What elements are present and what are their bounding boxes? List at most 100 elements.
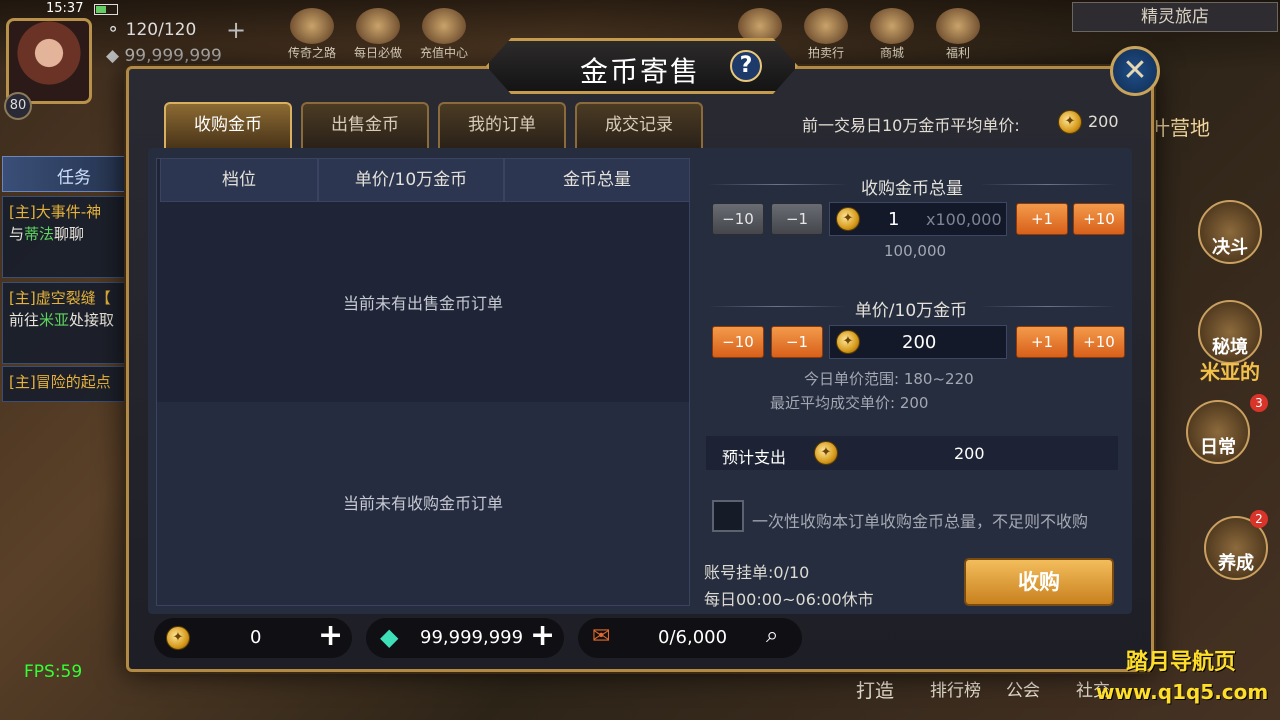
add-stamina-icon[interactable]: + xyxy=(226,16,246,44)
stamina-counter: ⚬ 120/120 xyxy=(106,20,197,40)
quest-npc: 米亚 xyxy=(39,311,70,329)
tab-sell-gold[interactable]: 出售金币 xyxy=(301,102,429,148)
top-menu-label: 充值中心 xyxy=(419,46,468,60)
top-menu-item[interactable]: 商城 xyxy=(862,8,922,61)
col-gold-total: 金币总量 xyxy=(504,158,690,202)
add-gem-icon[interactable]: + xyxy=(530,618,555,653)
account-orders: 账号挂单:0/10 xyxy=(704,563,810,582)
gold-coin-icon: ✦ xyxy=(836,207,860,231)
nav-guild[interactable]: 公会 xyxy=(1006,676,1040,701)
buy-button[interactable]: 收购 xyxy=(964,558,1114,606)
price-value: 200 xyxy=(902,332,937,353)
top-menu-label: 商城 xyxy=(879,46,904,60)
price-plus10-button[interactable]: +10 xyxy=(1073,326,1125,358)
gem-currency: ◆ 99,999,999 + xyxy=(366,618,564,658)
gold-currency: ✦ 0 + xyxy=(154,618,352,658)
ticket-currency: ✉ 0/6,000 ⌕ xyxy=(578,618,802,658)
fps-counter: FPS:59 xyxy=(24,662,83,682)
top-menu-item[interactable]: 福利 xyxy=(928,8,988,61)
npc-text: 米亚的 xyxy=(1200,360,1260,384)
close-button[interactable]: ✕ xyxy=(1110,46,1160,96)
side-button-label: 决斗 xyxy=(1212,237,1248,258)
battery-icon xyxy=(94,4,118,15)
daily-button[interactable]: 日常 xyxy=(1186,400,1250,464)
market-closed-hours: 每日00:00~06:00休市 xyxy=(704,590,874,609)
quantity-input[interactable]: ✦ 1 x100,000 xyxy=(829,202,1007,236)
side-button-label: 秘境 xyxy=(1212,337,1248,358)
help-icon[interactable]: ? xyxy=(730,50,762,82)
player-level: 80 xyxy=(4,92,32,120)
top-menu-item[interactable]: 拍卖行 xyxy=(796,8,856,61)
qty-minus10-button[interactable]: −10 xyxy=(712,203,764,235)
shop-title-bar[interactable]: 精灵旅店 xyxy=(1072,2,1278,32)
price-minus1-button[interactable]: −1 xyxy=(771,326,823,358)
gift-icon xyxy=(936,8,980,44)
gold-amount: 0 xyxy=(250,627,262,648)
top-menu-item[interactable]: 每日必做 xyxy=(348,8,408,61)
quest-text: 前往 xyxy=(9,311,40,329)
gold-coin-icon: ✦ xyxy=(166,626,190,650)
realm-button[interactable]: 秘境 xyxy=(1198,300,1262,364)
top-menu-label: 福利 xyxy=(945,46,970,60)
stamina-value: 120/120 xyxy=(125,20,197,40)
search-icon[interactable]: ⌕ xyxy=(766,623,778,648)
divider xyxy=(708,184,848,185)
hammer-icon xyxy=(804,8,848,44)
quest-title: [主]虚空裂缝【 xyxy=(9,289,111,307)
add-gold-icon[interactable]: + xyxy=(318,618,343,653)
qty-minus1-button[interactable]: −1 xyxy=(771,203,823,235)
top-menu-label: 每日必做 xyxy=(353,46,402,60)
quest-text: 聊聊 xyxy=(54,225,85,243)
estimate-value: 200 xyxy=(954,444,985,463)
quest-npc: 蒂法 xyxy=(24,225,55,243)
task-label: 任务 xyxy=(57,168,91,188)
qty-plus1-button[interactable]: +1 xyxy=(1016,203,1068,235)
quest-title: [主]冒险的起点 xyxy=(9,373,111,391)
price-title: 单价/10万金币 xyxy=(854,301,968,321)
watermark-title: 踏月导航页 xyxy=(1126,650,1237,675)
divider xyxy=(980,184,1116,185)
price-plus1-button[interactable]: +1 xyxy=(1016,326,1068,358)
quantity-total: 100,000 xyxy=(884,242,947,260)
qty-plus10-button[interactable]: +10 xyxy=(1073,203,1125,235)
quest-item[interactable]: [主]大事件-神 与蒂法聊聊 xyxy=(2,196,126,278)
road-icon xyxy=(290,8,334,44)
top-menu-item[interactable]: 传奇之路 xyxy=(282,8,342,61)
divider xyxy=(708,306,846,307)
col-unit-price: 单价/10万金币 xyxy=(318,158,504,202)
quest-text: 与 xyxy=(9,225,25,243)
top-menu-label: 拍卖行 xyxy=(807,46,844,60)
tab-trade-history[interactable]: 成交记录 xyxy=(575,102,703,148)
top-menu-item[interactable]: 充值中心 xyxy=(414,8,474,61)
duel-button[interactable]: 决斗 xyxy=(1198,200,1262,264)
gem-amount: 99,999,999 xyxy=(420,627,524,648)
scroll-icon xyxy=(356,8,400,44)
nav-ranking[interactable]: 排行榜 xyxy=(930,676,981,701)
nav-forge[interactable]: 打造 xyxy=(856,676,894,703)
develop-badge: 2 xyxy=(1250,510,1268,528)
clock: 15:37 xyxy=(46,1,84,16)
price-input[interactable]: ✦ 200 xyxy=(829,325,1007,359)
tab-buy-gold[interactable]: 收购金币 xyxy=(164,102,292,170)
divider xyxy=(980,306,1116,307)
avg-price-label: 前一交易日10万金币平均单价: xyxy=(802,116,1020,135)
side-button-label: 养成 xyxy=(1218,553,1254,574)
ticket-amount: 0/6,000 xyxy=(658,627,728,648)
dialog-title: 金币寄售 xyxy=(580,55,701,88)
empty-sell-orders: 当前未有出售金币订单 xyxy=(342,294,503,313)
avg-price-value: 200 xyxy=(1088,112,1119,131)
quantity-value: 1 xyxy=(888,209,900,230)
tab-my-orders[interactable]: 我的订单 xyxy=(438,102,566,148)
all-or-nothing-checkbox[interactable] xyxy=(712,500,744,532)
price-minus10-button[interactable]: −10 xyxy=(712,326,764,358)
quest-item[interactable]: [主]冒险的起点 xyxy=(2,366,126,402)
quest-item[interactable]: [主]虚空裂缝【 前往米亚处接取 xyxy=(2,282,126,364)
camp-label: 叶营地 xyxy=(1150,116,1210,140)
diamond-counter: ◆ 99,999,999 xyxy=(106,46,222,66)
top-menu-label: 传奇之路 xyxy=(287,46,336,60)
quest-title: [主]大事件-神 xyxy=(9,203,102,221)
gold-coin-icon: ✦ xyxy=(1058,110,1082,134)
task-tab[interactable]: 任务 xyxy=(2,156,126,192)
checkbox-label: 一次性收购本订单收购金币总量，不足则不收购 xyxy=(752,512,1089,531)
price-range: 今日单价范围: 180~220 xyxy=(804,370,974,388)
